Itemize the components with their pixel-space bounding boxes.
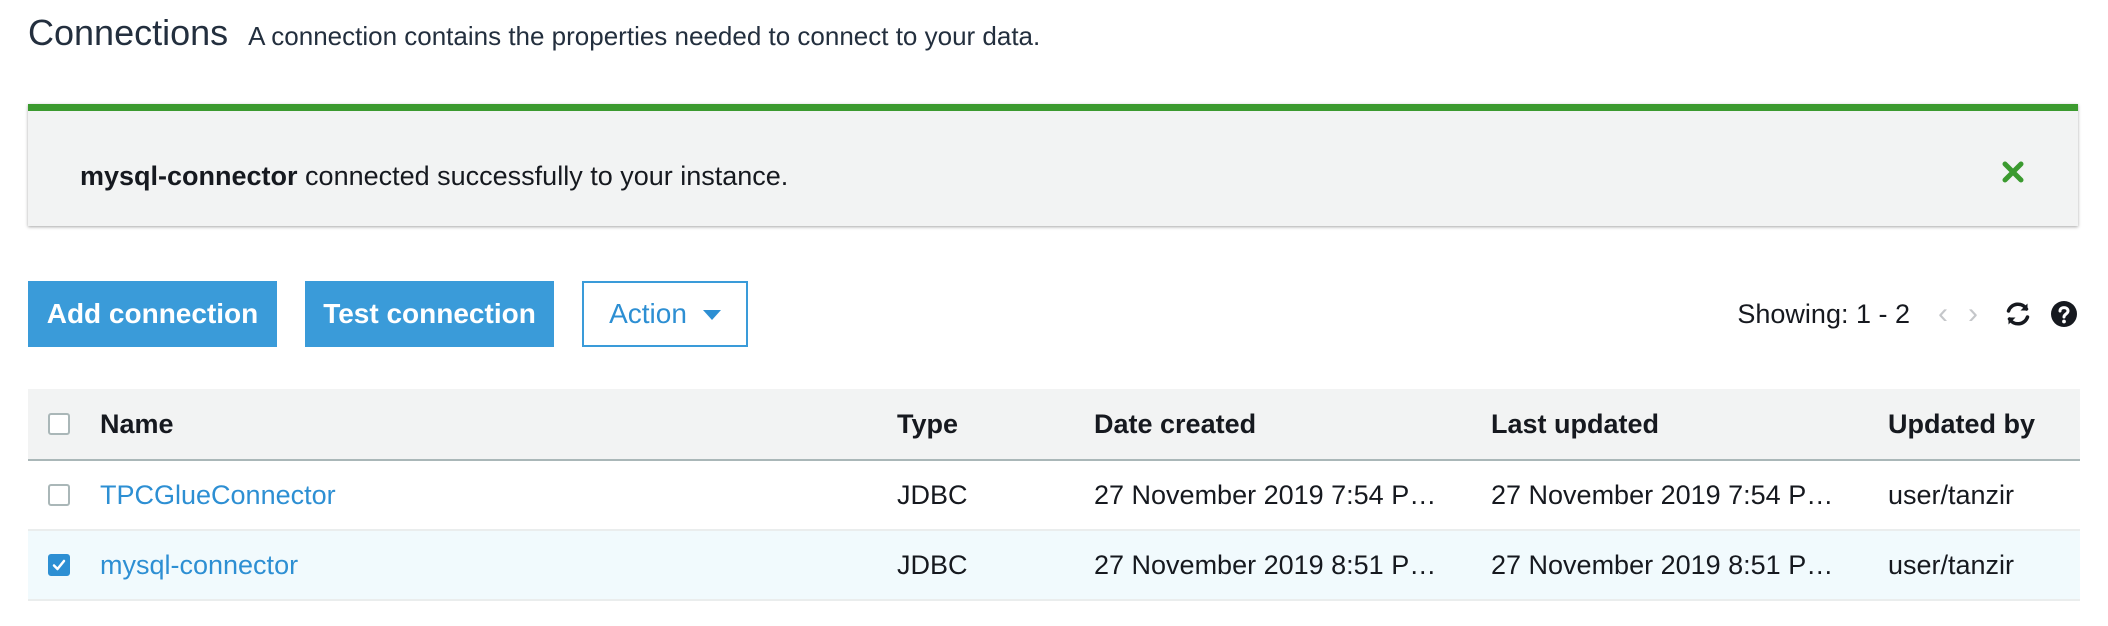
- table-header-row: Name Type Date created Last updated Upda…: [28, 389, 2080, 461]
- last-updated: 27 November 2019 7:54 P…: [1491, 479, 1834, 510]
- last-updated: 27 November 2019 8:51 P…: [1491, 549, 1834, 580]
- column-header-last-updated[interactable]: Last updated: [1491, 389, 1861, 459]
- page-title: Connections: [28, 12, 229, 53]
- showing-count: Showing: 1 - 2: [1737, 298, 1910, 329]
- table-row[interactable]: TPCGlueConnector JDBC 27 November 2019 7…: [28, 461, 2080, 531]
- chevron-right-icon[interactable]: ›: [1968, 299, 1978, 329]
- connections-table: Name Type Date created Last updated Upda…: [28, 389, 2080, 601]
- header-checkbox-cell: [48, 389, 78, 459]
- caret-down-icon: [702, 310, 721, 320]
- refresh-icon[interactable]: [2002, 298, 2034, 330]
- row-checkbox[interactable]: [48, 484, 70, 506]
- page-header: Connections A connection contains the pr…: [28, 12, 1040, 60]
- column-header-name[interactable]: Name: [100, 389, 800, 459]
- connection-type: JDBC: [897, 549, 968, 580]
- page-subtitle: A connection contains the properties nee…: [248, 21, 1041, 51]
- updated-by: user/tanzir: [1888, 549, 2015, 580]
- pagination: Showing: 1 - 2 ‹ ›: [1737, 281, 2080, 347]
- connection-type: JDBC: [897, 479, 968, 510]
- flash-message-body: connected successfully to your instance.: [297, 161, 789, 191]
- row-checkbox-cell: [48, 461, 78, 529]
- date-created: 27 November 2019 8:51 P…: [1094, 549, 1437, 580]
- success-flash-message: mysql-connector connected successfully t…: [28, 104, 2078, 226]
- close-icon[interactable]: [1996, 155, 2030, 189]
- column-header-type[interactable]: Type: [897, 389, 1077, 459]
- flash-connection-name: mysql-connector: [80, 161, 298, 191]
- test-connection-button[interactable]: Test connection: [305, 281, 554, 347]
- column-header-updated-by[interactable]: Updated by: [1888, 389, 2078, 459]
- chevron-left-icon[interactable]: ‹: [1938, 299, 1948, 329]
- date-created: 27 November 2019 7:54 P…: [1094, 479, 1437, 510]
- connection-name-link[interactable]: TPCGlueConnector: [100, 461, 800, 529]
- row-checkbox-checked[interactable]: [48, 554, 70, 576]
- column-header-date-created[interactable]: Date created: [1094, 389, 1464, 459]
- action-label: Action: [609, 298, 687, 329]
- help-icon[interactable]: [2048, 298, 2080, 330]
- table-row[interactable]: mysql-connector JDBC 27 November 2019 8:…: [28, 531, 2080, 601]
- flash-message-text: mysql-connector connected successfully t…: [80, 161, 788, 192]
- updated-by: user/tanzir: [1888, 479, 2015, 510]
- select-all-checkbox[interactable]: [48, 413, 70, 435]
- action-dropdown-button[interactable]: Action: [582, 281, 748, 347]
- toolbar: Add connection Test connection Action Sh…: [28, 281, 2080, 347]
- checkmark-icon: [52, 559, 66, 571]
- row-checkbox-cell: [48, 531, 78, 599]
- add-connection-button[interactable]: Add connection: [28, 281, 277, 347]
- connection-name-link[interactable]: mysql-connector: [100, 531, 800, 599]
